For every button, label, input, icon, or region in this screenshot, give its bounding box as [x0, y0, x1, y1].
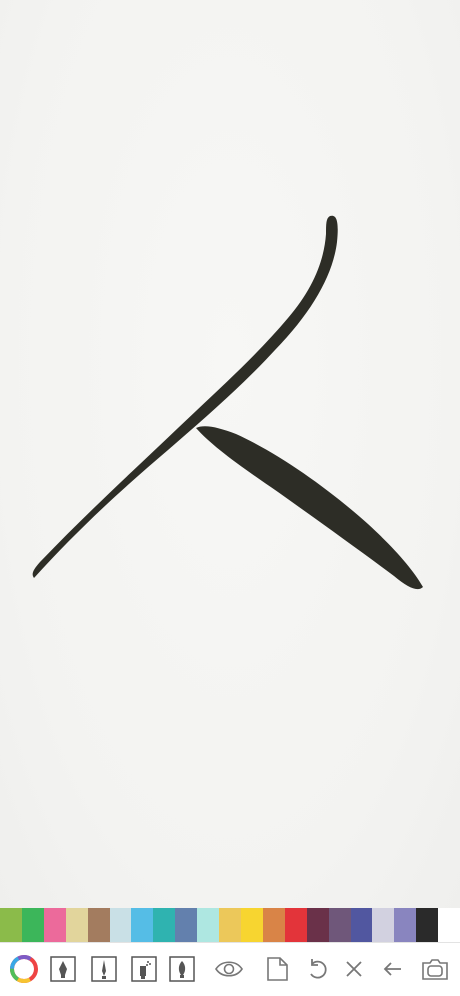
color-swatch[interactable] [240, 908, 263, 942]
color-wheel-icon[interactable] [8, 953, 40, 985]
color-swatch[interactable] [328, 908, 351, 942]
pen-tool-icon[interactable] [47, 953, 79, 985]
color-swatch[interactable] [43, 908, 66, 942]
color-swatch[interactable] [394, 908, 417, 942]
drawing-canvas[interactable] [0, 0, 460, 908]
eye-icon[interactable] [213, 953, 245, 985]
color-swatch[interactable] [65, 908, 88, 942]
camera-icon[interactable] [419, 953, 451, 985]
color-swatch[interactable] [0, 908, 22, 942]
new-page-icon[interactable] [261, 953, 293, 985]
color-swatch[interactable] [372, 908, 395, 942]
color-swatch[interactable] [153, 908, 176, 942]
brush-stroke [32, 215, 338, 578]
color-swatch[interactable] [197, 908, 220, 942]
color-swatch[interactable] [131, 908, 154, 942]
color-swatch[interactable] [109, 908, 132, 942]
color-swatch[interactable] [262, 908, 285, 942]
color-swatch[interactable] [416, 908, 439, 942]
color-swatch[interactable] [87, 908, 110, 942]
color-palette [0, 908, 460, 942]
spray-brush-icon[interactable] [128, 953, 160, 985]
calligraphy-brush-icon[interactable] [88, 953, 120, 985]
color-swatch[interactable] [175, 908, 198, 942]
bottom-toolbar [0, 942, 460, 996]
brush-stroke [196, 426, 423, 590]
back-arrow-icon[interactable] [377, 953, 409, 985]
color-swatch[interactable] [350, 908, 373, 942]
undo-icon[interactable] [302, 953, 334, 985]
color-swatch[interactable] [306, 908, 329, 942]
color-swatch[interactable] [21, 908, 44, 942]
color-swatch[interactable] [219, 908, 241, 942]
ink-brush-icon[interactable] [166, 953, 198, 985]
clear-icon[interactable] [338, 953, 370, 985]
color-swatch[interactable] [284, 908, 307, 942]
ink-strokes [32, 215, 423, 590]
color-swatch[interactable] [438, 908, 460, 942]
